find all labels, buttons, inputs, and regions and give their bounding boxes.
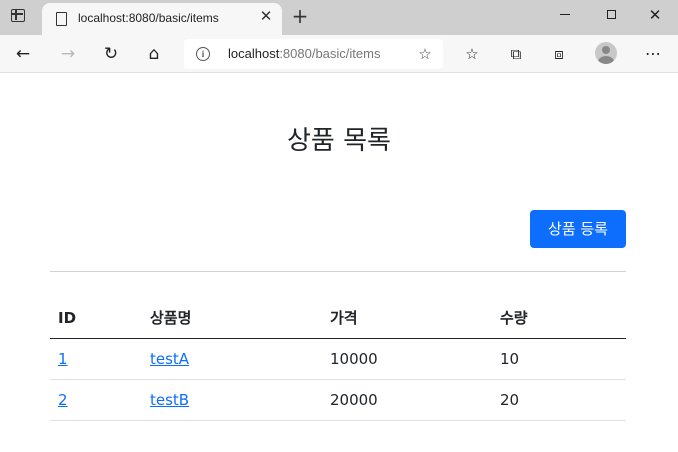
- star-plus-icon[interactable]: ☆: [415, 44, 435, 64]
- cell-name: testA: [142, 338, 322, 380]
- favorites-icon[interactable]: ☆: [459, 42, 485, 66]
- header-id: ID: [50, 298, 142, 339]
- close-icon[interactable]: ✕: [258, 8, 274, 24]
- address-bar[interactable]: i localhost:8080/basic/items ☆: [184, 39, 443, 69]
- table-row: 2 testB 20000 20: [50, 379, 626, 421]
- window-icon[interactable]: [11, 9, 25, 22]
- collections-icon[interactable]: ⧉: [503, 42, 529, 66]
- more-icon[interactable]: ⋯: [640, 42, 666, 66]
- info-icon[interactable]: i: [196, 47, 210, 61]
- item-id-link[interactable]: 2: [58, 391, 68, 409]
- browser-title-bar: localhost:8080/basic/items ✕ + ✕: [0, 0, 678, 35]
- add-item-button[interactable]: 상품 등록: [530, 210, 626, 248]
- cell-name: testB: [142, 379, 322, 421]
- plus-icon[interactable]: +: [290, 5, 310, 27]
- browser-tab[interactable]: localhost:8080/basic/items ✕: [42, 3, 282, 35]
- refresh-icon[interactable]: ↻: [98, 42, 124, 66]
- table-row: 1 testA 10000 10: [50, 338, 626, 380]
- header-price: 가격: [322, 298, 492, 339]
- minimize-button[interactable]: [550, 3, 580, 27]
- tab-title: localhost:8080/basic/items: [78, 11, 219, 25]
- cell-id: 2: [50, 379, 142, 421]
- arrow-right-icon[interactable]: →: [55, 42, 81, 66]
- header-name: 상품명: [142, 298, 322, 339]
- item-id-link[interactable]: 1: [58, 350, 68, 368]
- cell-quantity: 10: [492, 338, 626, 380]
- page-icon: [56, 12, 67, 26]
- maximize-icon: [606, 10, 616, 19]
- table-header-row: ID 상품명 가격 수량: [50, 298, 626, 339]
- item-name-link[interactable]: testB: [150, 391, 189, 409]
- minimize-icon: [560, 14, 570, 15]
- items-table: ID 상품명 가격 수량 1 testA 10000 10 2 testB 20…: [50, 298, 626, 421]
- page-title: 상품 목록: [287, 126, 391, 156]
- extensions-icon[interactable]: ⧈: [546, 42, 572, 66]
- cell-price: 20000: [322, 379, 492, 421]
- home-icon[interactable]: ⌂: [141, 42, 167, 66]
- divider: [50, 271, 626, 272]
- maximize-button[interactable]: [596, 3, 626, 27]
- item-name-link[interactable]: testA: [150, 350, 189, 368]
- cell-id: 1: [50, 338, 142, 380]
- browser-toolbar: ← → ↻ ⌂ i localhost:8080/basic/items ☆ ☆…: [0, 35, 678, 73]
- cell-price: 10000: [322, 338, 492, 380]
- window-close-button[interactable]: ✕: [640, 3, 670, 27]
- arrow-left-icon[interactable]: ←: [10, 42, 36, 66]
- url-text[interactable]: localhost:8080/basic/items: [228, 46, 380, 61]
- cell-quantity: 20: [492, 379, 626, 421]
- header-quantity: 수량: [492, 298, 626, 339]
- avatar-icon[interactable]: [595, 42, 617, 64]
